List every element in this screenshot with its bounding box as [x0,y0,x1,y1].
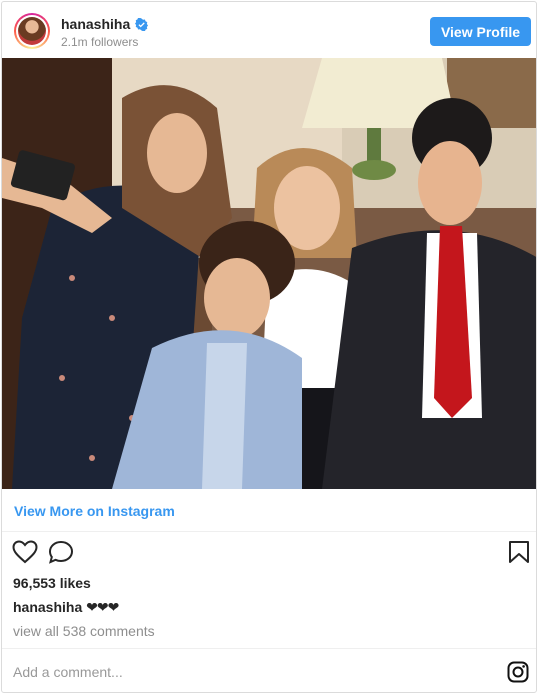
comment-icon[interactable] [48,540,74,569]
verified-badge-icon [135,17,149,31]
view-all-comments-link[interactable]: view all 538 comments [13,623,155,639]
post-actions [2,533,536,573]
avatar[interactable] [14,13,50,49]
caption-text: ❤❤❤ [86,599,119,615]
caption: hanashiha ❤❤❤ [13,599,119,616]
add-comment-input[interactable]: Add a comment... [13,664,123,680]
caption-username[interactable]: hanashiha [13,599,82,615]
username-row: hanashiha [61,16,149,32]
bookmark-icon[interactable] [508,540,530,569]
comment-bar: Add a comment... [2,648,536,692]
instagram-logo-icon[interactable] [507,661,529,688]
like-count: 96,553 likes [13,575,91,591]
username-link[interactable]: hanashiha [61,16,130,32]
post-header: hanashiha 2.1m followers View Profile [2,2,536,58]
instagram-embed-card: hanashiha 2.1m followers View Profile Vi… [1,1,537,693]
heart-icon[interactable] [12,540,38,569]
view-more-section: View More on Instagram [2,489,536,532]
follower-count: 2.1m followers [61,35,139,49]
view-more-link[interactable]: View More on Instagram [14,503,175,519]
post-photo[interactable] [2,58,536,489]
view-profile-button[interactable]: View Profile [430,17,531,46]
